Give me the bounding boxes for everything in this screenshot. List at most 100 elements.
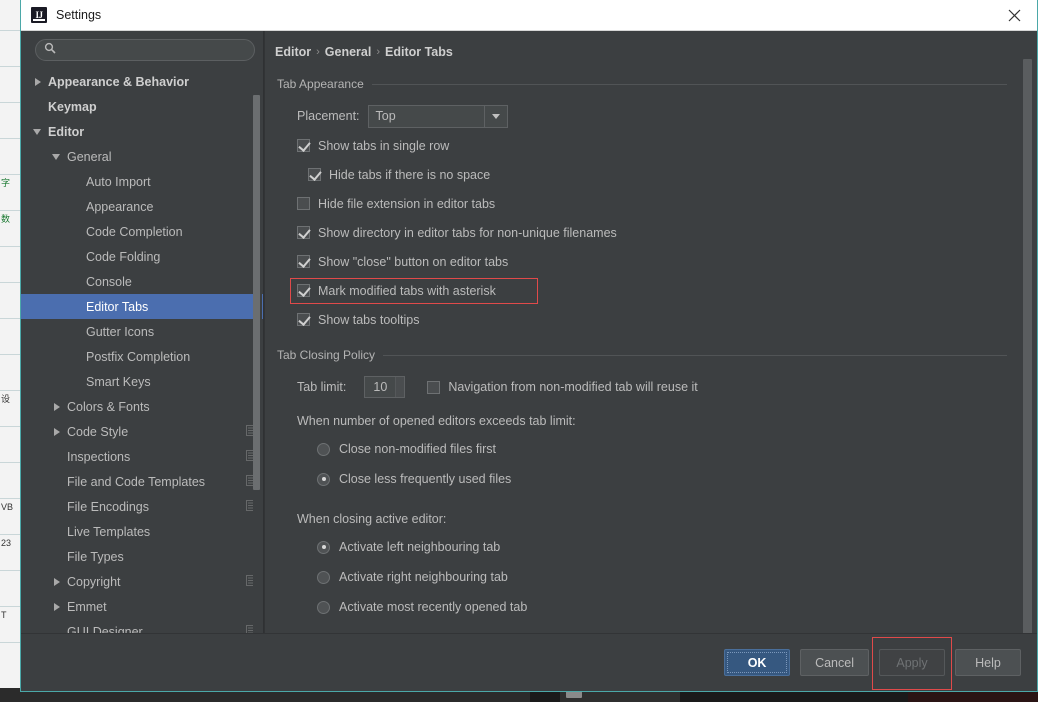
chevron-right-icon[interactable] <box>52 601 63 612</box>
sidebar-item-code-folding[interactable]: Code Folding <box>21 244 263 269</box>
sidebar-item-gui-designer[interactable]: GUI Designer <box>21 619 263 633</box>
sidebar-item-auto-import[interactable]: Auto Import <box>21 169 263 194</box>
sidebar-item-code-completion[interactable]: Code Completion <box>21 219 263 244</box>
sidebar-item-copyright[interactable]: Copyright <box>21 569 263 594</box>
dialog-footer: OK Cancel Apply Help <box>21 633 1037 691</box>
radio-selected-icon <box>317 472 330 486</box>
section-tab-appearance: Tab Appearance Placement: Top Show tabs … <box>275 77 1007 334</box>
checkbox-mark-modified-tabs-with-asterisk[interactable]: Mark modified tabs with asterisk <box>275 276 1007 305</box>
dialog-titlebar: IJ Settings <box>21 0 1037 31</box>
sidebar-item-postfix-completion[interactable]: Postfix Completion <box>21 344 263 369</box>
sidebar-item-label: File Types <box>67 549 124 564</box>
navigation-reuse-checkbox[interactable]: Navigation from non-modified tab will re… <box>427 376 698 398</box>
settings-tree[interactable]: Appearance & Behavior Keymap Editor General… <box>21 67 263 633</box>
sidebar-item-label: Auto Import <box>86 174 151 189</box>
sidebar-item-emmet[interactable]: Emmet <box>21 594 263 619</box>
sidebar-item-colors-fonts[interactable]: Colors & Fonts <box>21 394 263 419</box>
exceeds-radio-group: Close non-modified files first Close less… <box>275 434 1007 494</box>
chevron-down-icon[interactable] <box>483 105 507 127</box>
checkbox-box <box>427 380 441 394</box>
checkbox-row-wrapper: Show tabs tooltips <box>275 305 1007 334</box>
search-input[interactable] <box>61 43 246 57</box>
sidebar-item-label: General <box>67 149 112 164</box>
chevron-down-icon[interactable] <box>33 126 44 137</box>
background-grid-line <box>0 390 22 391</box>
chevron-right-icon[interactable] <box>33 76 44 87</box>
sidebar-item-smart-keys[interactable]: Smart Keys <box>21 369 263 394</box>
placement-label: Placement: <box>297 109 360 123</box>
radio-activate-most-recently-opened-tab[interactable]: Activate most recently opened tab <box>275 592 1007 622</box>
radio-close-non-modified-files-first[interactable]: Close non-modified files first <box>275 434 1007 464</box>
sidebar-item-editor-tabs[interactable]: Editor Tabs <box>21 294 263 319</box>
sidebar-item-console[interactable]: Console <box>21 269 263 294</box>
checkbox-row-wrapper: Show directory in editor tabs for non-un… <box>275 218 1007 247</box>
chevron-right-icon[interactable] <box>52 401 63 412</box>
checkbox-show-close-button-on-editor-tabs[interactable]: Show "close" button on editor tabs <box>275 247 1007 276</box>
sidebar-item-label: Colors & Fonts <box>67 399 150 414</box>
checkmark-icon <box>297 284 310 297</box>
background-grid-line <box>0 462 22 463</box>
sidebar-scrollbar-thumb[interactable] <box>253 95 260 490</box>
radio-activate-left-neighbouring-tab[interactable]: Activate left neighbouring tab <box>275 532 1007 562</box>
sidebar-scrollbar-track[interactable] <box>253 63 262 633</box>
breadcrumb-separator: › <box>376 46 381 58</box>
radio-box <box>317 570 330 584</box>
background-grid-line <box>0 174 22 175</box>
sidebar-item-file-encodings[interactable]: File Encodings <box>21 494 263 519</box>
sidebar-item-code-style[interactable]: Code Style <box>21 419 263 444</box>
checkbox-label: Hide file extension in editor tabs <box>318 196 496 211</box>
content-scrollbar-thumb[interactable] <box>1023 59 1032 633</box>
dialog-body: Appearance & Behavior Keymap Editor General… <box>21 31 1037 633</box>
radio-activate-right-neighbouring-tab[interactable]: Activate right neighbouring tab <box>275 562 1007 592</box>
button-label: Help <box>975 655 1001 670</box>
sidebar-item-file-and-code-templates[interactable]: File and Code Templates <box>21 469 263 494</box>
breadcrumb-crumb-editor[interactable]: Editor <box>275 45 311 59</box>
checkbox-row-wrapper: Hide file extension in editor tabs <box>275 189 1007 218</box>
checkbox-show-tabs-in-single-row[interactable]: Show tabs in single row <box>275 131 1007 160</box>
help-button[interactable]: Help <box>955 649 1021 676</box>
background-grid-line <box>0 534 22 535</box>
search-field[interactable] <box>35 39 255 61</box>
sidebar-item-label: Gutter Icons <box>86 324 155 339</box>
checkbox-hide-file-extension-in-editor-tabs[interactable]: Hide file extension in editor tabs <box>275 189 1007 218</box>
tab-limit-stepper[interactable]: 10 <box>364 376 406 398</box>
ok-button[interactable]: OK <box>724 649 791 676</box>
sidebar-item-appearance[interactable]: Appearance <box>21 194 263 219</box>
background-cell: 23 <box>1 538 12 548</box>
tab-limit-spin-buttons[interactable] <box>395 377 405 397</box>
cancel-button[interactable]: Cancel <box>800 649 869 676</box>
sidebar-item-editor[interactable]: Editor <box>21 119 263 144</box>
sidebar-item-live-templates[interactable]: Live Templates <box>21 519 263 544</box>
chevron-down-icon[interactable] <box>52 151 63 162</box>
content-scrollbar-track[interactable] <box>1023 31 1035 633</box>
checkbox-hide-tabs-if-there-is-no-space[interactable]: Hide tabs if there is no space <box>275 160 1007 189</box>
sidebar-item-appearance-behavior[interactable]: Appearance & Behavior <box>21 69 263 94</box>
exceeds-tab-limit-label: When number of opened editors exceeds ta… <box>297 414 576 428</box>
sidebar-item-keymap[interactable]: Keymap <box>21 94 263 119</box>
sidebar-item-file-types[interactable]: File Types <box>21 544 263 569</box>
sidebar-item-label: Code Completion <box>86 224 183 239</box>
breadcrumb-separator: › <box>316 46 320 58</box>
checkmark-icon <box>297 255 310 268</box>
breadcrumb-crumb-general[interactable]: General <box>325 45 372 59</box>
chevron-right-icon[interactable] <box>52 576 63 587</box>
sidebar-item-general[interactable]: General <box>21 144 263 169</box>
checkbox-show-tabs-tooltips[interactable]: Show tabs tooltips <box>275 305 1007 334</box>
close-icon[interactable] <box>991 0 1037 30</box>
checkbox-show-directory-in-editor-tabs-for-non-unique-filenames[interactable]: Show directory in editor tabs for non-un… <box>275 218 1007 247</box>
checkmark-icon <box>297 313 310 326</box>
radio-close-less-frequently-used-files[interactable]: Close less frequently used files <box>275 464 1007 494</box>
chevron-right-icon[interactable] <box>52 426 63 437</box>
sidebar-item-inspections[interactable]: Inspections <box>21 444 263 469</box>
radio-label: Activate most recently opened tab <box>339 600 528 614</box>
placement-combobox[interactable]: Top <box>367 104 508 128</box>
search-container <box>21 31 263 67</box>
sidebar-item-gutter-icons[interactable]: Gutter Icons <box>21 319 263 344</box>
sidebar-item-label: Editor Tabs <box>86 299 149 314</box>
settings-dialog: IJ Settings Appearance & Behavior Keymap… <box>20 0 1038 692</box>
section-header-tab-appearance: Tab Appearance <box>277 77 1007 91</box>
